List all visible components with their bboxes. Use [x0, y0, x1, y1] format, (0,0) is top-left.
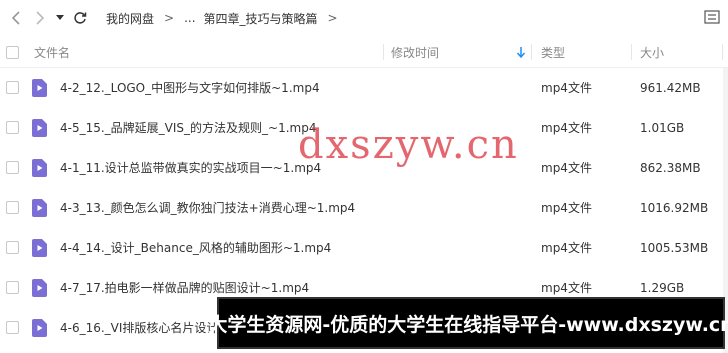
- chevron-right-icon: [36, 11, 45, 25]
- column-modified[interactable]: 修改时间: [391, 36, 439, 68]
- column-name[interactable]: 文件名: [34, 36, 70, 68]
- row-checkbox[interactable]: [6, 281, 19, 294]
- column-divider: [531, 44, 532, 60]
- column-divider: [383, 44, 384, 60]
- file-type: mp4文件: [541, 121, 592, 135]
- history-dropdown[interactable]: [52, 6, 68, 30]
- breadcrumb-separator: >: [164, 11, 175, 25]
- video-file-icon: [32, 319, 47, 337]
- file-name[interactable]: 4-2_12._LOGO_中图形与文字如何排版~1.mp4: [60, 68, 320, 108]
- select-all-checkbox[interactable]: [6, 36, 19, 68]
- caret-down-icon: [56, 15, 64, 20]
- column-divider: [631, 44, 632, 60]
- row-checkbox[interactable]: [6, 201, 19, 214]
- row-checkbox[interactable]: [6, 121, 19, 134]
- file-row[interactable]: 4-3_13._颜色怎么调_教你独门技法+消费心理~1.mp4 mp4文件 10…: [0, 188, 728, 228]
- chevron-left-icon: [11, 11, 20, 25]
- file-size: 862.38MB: [640, 161, 701, 175]
- row-checkbox[interactable]: [6, 321, 19, 334]
- refresh-button[interactable]: [68, 6, 92, 30]
- file-list-header: 文件名 修改时间 类型 大小: [0, 36, 728, 68]
- column-type[interactable]: 类型: [541, 36, 565, 68]
- row-checkbox[interactable]: [6, 241, 19, 254]
- video-file-icon: [32, 199, 47, 217]
- refresh-icon: [74, 12, 87, 24]
- video-file-icon: [32, 159, 47, 177]
- breadcrumb-item-current[interactable]: 第四章_技巧与策略篇: [204, 10, 318, 27]
- video-file-icon: [32, 279, 47, 297]
- file-type: mp4文件: [541, 201, 592, 215]
- row-checkbox[interactable]: [6, 161, 19, 174]
- file-size: 1005.53MB: [640, 241, 709, 255]
- file-name[interactable]: 4-3_13._颜色怎么调_教你独门技法+消费心理~1.mp4: [60, 188, 355, 228]
- breadcrumb-item-home[interactable]: 我的网盘: [106, 10, 154, 27]
- column-divider: [722, 44, 723, 60]
- row-checkbox[interactable]: [6, 81, 19, 94]
- video-file-icon: [32, 79, 47, 97]
- file-name[interactable]: 4-4_14._设计_Behance_风格的辅助图形~1.mp4: [60, 228, 331, 268]
- list-view-button[interactable]: [704, 9, 720, 25]
- breadcrumb-item-ellipsis[interactable]: ...: [184, 11, 195, 25]
- file-name[interactable]: 4-6_16._VI排版核心名片设计: [60, 308, 218, 348]
- breadcrumb-separator: >: [327, 11, 338, 25]
- file-type: mp4文件: [541, 241, 592, 255]
- file-size: 1016.92MB: [640, 201, 709, 215]
- banner-text: 大学生资源网-优质的大学生在线指导平台-www.dxszyw.cn: [208, 313, 728, 336]
- breadcrumb: 我的网盘 > ... 第四章_技巧与策略篇 >: [106, 10, 348, 27]
- sort-desc-icon[interactable]: [516, 36, 526, 68]
- file-name[interactable]: 4-1_11.设计总监带做真实的实战项目一~1.mp4: [60, 148, 321, 188]
- promo-banner: 大学生资源网-优质的大学生在线指导平台-www.dxszyw.cn: [208, 297, 728, 349]
- file-type: mp4文件: [541, 81, 592, 95]
- file-row[interactable]: 4-4_14._设计_Behance_风格的辅助图形~1.mp4 mp4文件 1…: [0, 228, 728, 268]
- top-toolbar: 我的网盘 > ... 第四章_技巧与策略篇 >: [0, 0, 728, 36]
- file-row[interactable]: 4-2_12._LOGO_中图形与文字如何排版~1.mp4 mp4文件 961.…: [0, 68, 728, 108]
- column-size[interactable]: 大小: [640, 36, 664, 68]
- forward-button[interactable]: [28, 6, 52, 30]
- video-file-icon: [32, 239, 47, 257]
- back-button[interactable]: [4, 6, 28, 30]
- video-file-icon: [32, 119, 47, 137]
- file-name[interactable]: 4-5_15._品牌延展_VIS_的方法及规则_~1.mp4: [60, 108, 317, 148]
- file-size: 961.42MB: [640, 81, 701, 95]
- file-size: 1.01GB: [640, 121, 685, 135]
- watermark-text: dxszyw.cn: [298, 122, 519, 168]
- file-type: mp4文件: [541, 161, 592, 175]
- list-view-icon: [704, 10, 720, 24]
